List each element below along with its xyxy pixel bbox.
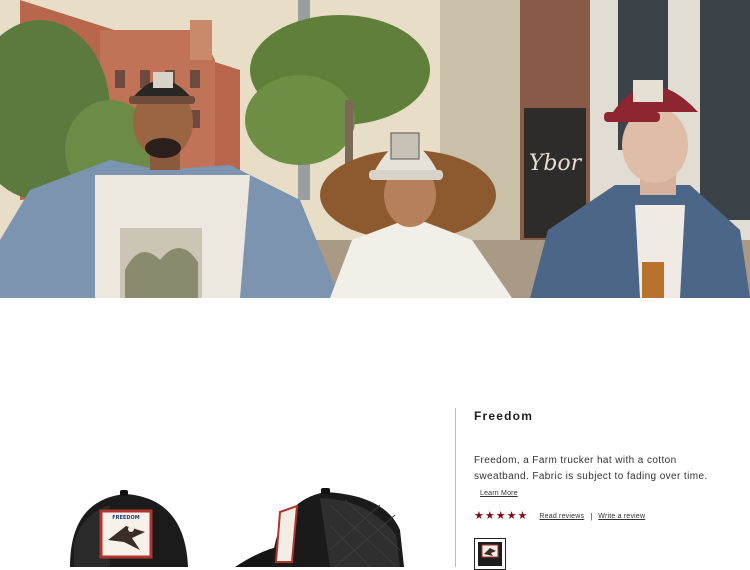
star-icon: ★ <box>495 509 506 522</box>
cap-side-image[interactable] <box>235 488 404 567</box>
product-info-divider <box>455 408 456 567</box>
product-description: Freedom, a Farm trucker hat with a cotto… <box>474 453 714 502</box>
product-image-gallery[interactable]: FREEDOM <box>0 300 450 567</box>
hero-photo: Ybor <box>0 0 750 298</box>
star-icon: ★ <box>517 509 528 522</box>
product-description-text: Freedom, a Farm trucker hat with a cotto… <box>474 455 708 482</box>
product-thumbnail[interactable] <box>474 538 506 570</box>
write-review-link[interactable]: Write a review <box>598 513 645 520</box>
learn-more-link[interactable]: Learn More <box>480 490 518 497</box>
review-link-separator: | <box>590 511 593 521</box>
cap-front-image[interactable]: FREEDOM <box>70 490 188 567</box>
star-icon: ★ <box>484 509 495 522</box>
star-rating: ★ ★ ★ ★ ★ <box>474 509 528 522</box>
product-title: Freedom <box>474 409 534 423</box>
hero-banner-image: Ybor <box>0 0 750 298</box>
rating-row: ★ ★ ★ ★ ★ Read reviews | Write a review <box>474 509 645 523</box>
read-reviews-link[interactable]: Read reviews <box>539 513 584 520</box>
star-icon: ★ <box>506 509 517 522</box>
star-icon: ★ <box>474 509 484 522</box>
svg-text:Ybor: Ybor <box>529 151 583 176</box>
patch-freedom-label: FREEDOM <box>112 515 139 521</box>
thumbnail-cap-icon <box>475 539 505 569</box>
